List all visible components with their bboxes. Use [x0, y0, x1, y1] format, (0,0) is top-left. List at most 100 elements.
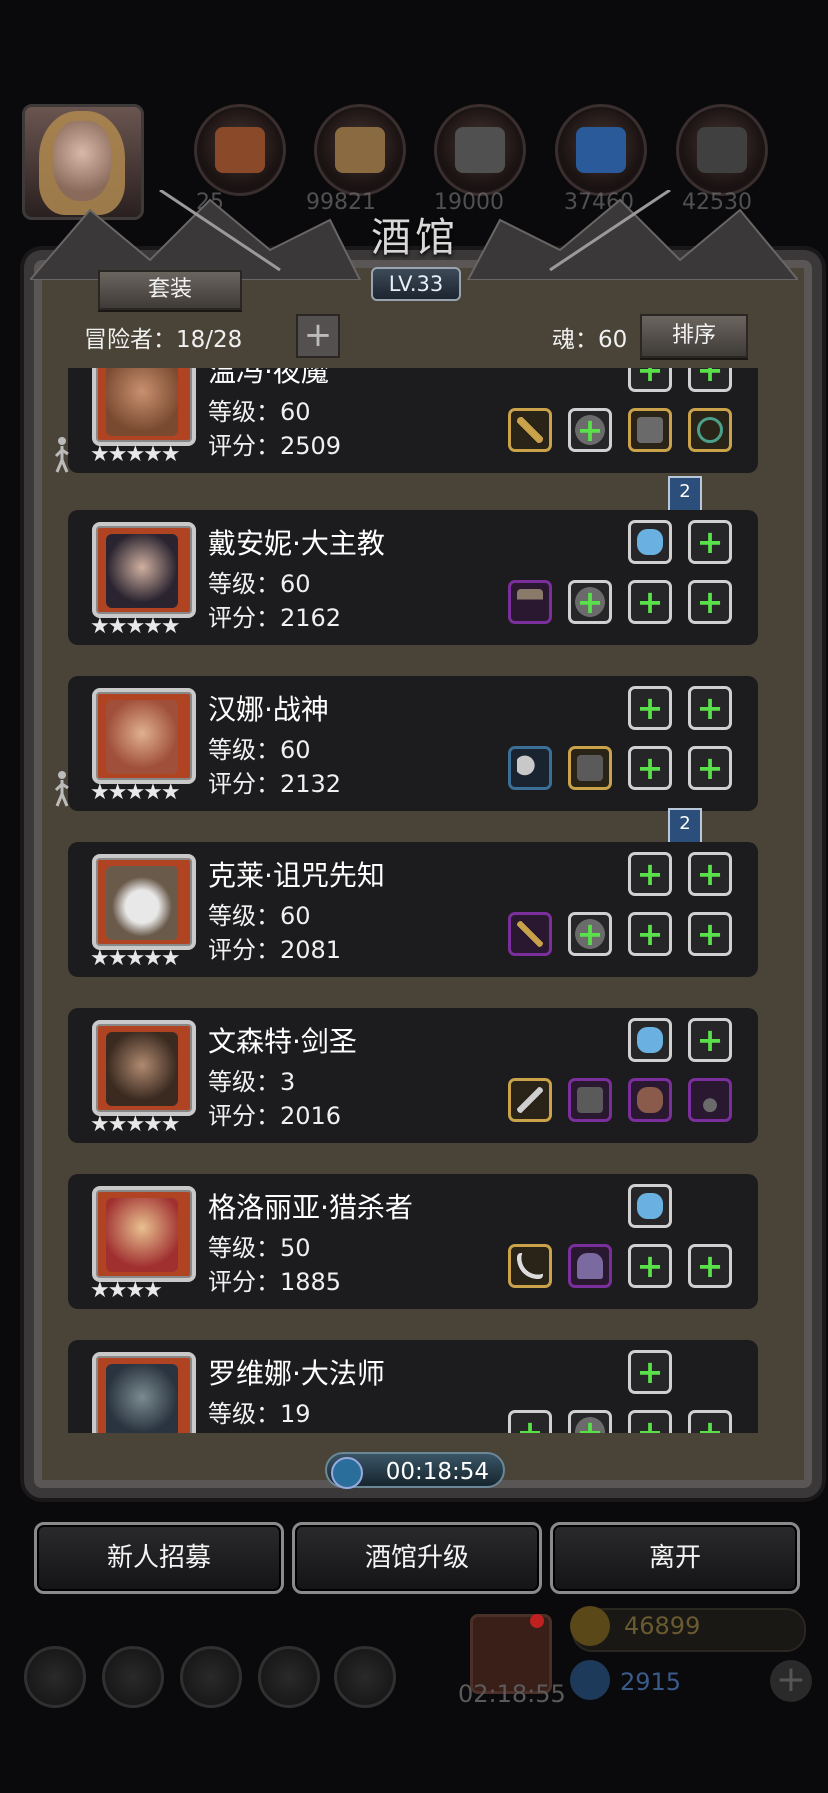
stone-resource-icon[interactable] [676, 104, 768, 196]
hero-card[interactable]: ★★★★ 格洛丽亚·猎杀者 等级：50 评分：1885 + + [68, 1174, 758, 1309]
gem-amount: 2915 [620, 1668, 682, 1696]
equip-slot-empty[interactable]: + [688, 1410, 732, 1433]
equipped-gloves-slot[interactable] [628, 1078, 672, 1122]
equipped-ring-slot[interactable] [688, 408, 732, 452]
souls-count: 魂：60 [552, 327, 628, 353]
adventurer-count: 冒险者：18/28 [84, 327, 243, 353]
hero-name: 戴安妮·大主教 [208, 527, 385, 560]
equip-slot-empty[interactable]: + [688, 746, 732, 790]
equipped-staff-slot[interactable] [508, 408, 552, 452]
skill-slot-empty[interactable]: + [628, 368, 672, 392]
equipped-armor-slot[interactable] [628, 408, 672, 452]
notification-dot [530, 1614, 544, 1628]
equipped-hammer-slot[interactable] [508, 580, 552, 624]
hero-name: 文森特·剑圣 [208, 1025, 357, 1058]
skill-slot-empty[interactable]: + [628, 852, 672, 896]
hero-stars: ★★★★★ [90, 614, 181, 639]
skill-slot-empty[interactable]: + [688, 368, 732, 392]
equipped-amulet-slot[interactable] [688, 1078, 732, 1122]
skill-slot-empty[interactable]: + [628, 1350, 672, 1394]
hero-score: 评分：2016 [208, 1102, 342, 1130]
hero-score: 评分：2162 [208, 604, 342, 632]
gold-amount: 46899 [624, 1612, 701, 1640]
hero-level: 等级：60 [208, 398, 311, 426]
iron-resource-icon[interactable] [434, 104, 526, 196]
hero-score: 评分：2132 [208, 770, 342, 798]
hero-card[interactable]: 罗维娜·大法师 等级：19 + + + + + [68, 1340, 758, 1433]
hero-portrait [92, 1020, 196, 1116]
equipped-staff-slot[interactable] [508, 912, 552, 956]
wood-resource-icon[interactable] [314, 104, 406, 196]
tavern-level-badge: LV.33 [371, 267, 461, 301]
hero-portrait [92, 688, 196, 784]
hero-level: 等级：60 [208, 736, 311, 764]
hero-card[interactable]: ★★★★★ 文森特·剑圣 等级：3 评分：2016 + [68, 1008, 758, 1143]
skill-slot-empty[interactable]: + [688, 852, 732, 896]
skill-slot-equipped[interactable] [628, 1018, 672, 1062]
shield-menu-icon[interactable] [102, 1646, 164, 1708]
page-title: 酒馆 [371, 215, 459, 261]
equip-slot-empty[interactable]: + [628, 746, 672, 790]
crossed-swords-icon[interactable] [334, 1646, 396, 1708]
skill-slot-equipped[interactable] [628, 520, 672, 564]
refresh-timer: 00:18:54 [325, 1452, 505, 1489]
equipped-sword-slot[interactable] [508, 1078, 552, 1122]
recruit-button[interactable]: 新人招募 [34, 1522, 284, 1594]
equip-slot-empty[interactable]: + [568, 580, 612, 624]
add-slot-button[interactable]: + [296, 314, 340, 358]
leave-button[interactable]: 离开 [550, 1522, 800, 1594]
clock-icon [331, 1457, 363, 1489]
hero-stars: ★★★★★ [90, 780, 181, 805]
skill-slot-empty[interactable]: + [688, 520, 732, 564]
skill-slot-empty[interactable]: + [628, 686, 672, 730]
meat-resource-icon[interactable] [194, 104, 286, 196]
equip-slot-empty[interactable]: + [628, 580, 672, 624]
hero-score: 评分：2081 [208, 936, 342, 964]
hero-level: 等级：60 [208, 902, 311, 930]
hero-card[interactable]: ★★★★★ 戴安妮·大主教 等级：60 评分：2162 + + + + [68, 510, 758, 645]
hero-card[interactable]: ★★★★★ 克莱·诅咒先知 等级：60 评分：2081 + + + + + [68, 842, 758, 977]
skill-slot-empty[interactable]: + [688, 1018, 732, 1062]
hero-name: 温冯·夜魔 [208, 368, 329, 388]
hero-stars: ★★★★ [90, 1278, 163, 1303]
equip-slot-empty[interactable]: + [688, 1244, 732, 1288]
equipped-blade-slot[interactable] [508, 1244, 552, 1288]
hero-stars: ★★★★★ [90, 946, 181, 971]
hero-card[interactable]: ★★★★★ 温冯·夜魔 等级：60 评分：2509 + + + [68, 368, 758, 473]
hero-level: 等级：60 [208, 570, 311, 598]
avatar-face [53, 121, 111, 201]
sort-button[interactable]: 排序 [640, 314, 748, 358]
add-gems-button[interactable]: + [770, 1660, 812, 1702]
equip-slot-empty[interactable]: + [688, 580, 732, 624]
equipped-helmet-slot[interactable] [568, 1244, 612, 1288]
refresh-timer-text: 00:18:54 [385, 1459, 489, 1485]
walking-status-icon [54, 771, 69, 807]
skill-slot-equipped[interactable] [628, 1184, 672, 1228]
settings-gear-icon[interactable] [24, 1646, 86, 1708]
hero-portrait [92, 854, 196, 950]
hero-portrait [92, 1186, 196, 1282]
castle-menu-icon[interactable] [180, 1646, 242, 1708]
equipped-armor-slot[interactable] [568, 746, 612, 790]
equip-slot-empty[interactable]: + [508, 1410, 552, 1433]
set-button[interactable]: 套装 [98, 270, 242, 310]
mail-icon[interactable] [258, 1646, 320, 1708]
equipped-axe-slot[interactable] [508, 746, 552, 790]
equip-slot-empty[interactable]: + [628, 912, 672, 956]
skill-slot-empty[interactable]: + [688, 686, 732, 730]
equip-slot-empty[interactable]: + [568, 1410, 612, 1433]
equip-slot-empty[interactable]: + [628, 1244, 672, 1288]
equip-slot-empty[interactable]: + [568, 912, 612, 956]
hero-score: 评分：1885 [208, 1268, 342, 1296]
chest-timer: 02:18:55 [458, 1680, 566, 1708]
hero-list[interactable]: ★★★★★ 温冯·夜魔 等级：60 评分：2509 + + + 2 ★★★★★ … [48, 368, 788, 1433]
hero-card[interactable]: ★★★★★ 汉娜·战神 等级：60 评分：2132 + + + + [68, 676, 758, 811]
hero-name: 克莱·诅咒先知 [208, 859, 385, 892]
crystal-resource-icon[interactable] [555, 104, 647, 196]
equipped-armor-slot[interactable] [568, 1078, 612, 1122]
equip-slot-empty[interactable]: + [628, 1410, 672, 1433]
hero-name: 格洛丽亚·猎杀者 [208, 1191, 413, 1224]
equip-slot-empty[interactable]: + [688, 912, 732, 956]
equip-slot-empty[interactable]: + [568, 408, 612, 452]
upgrade-tavern-button[interactable]: 酒馆升级 [292, 1522, 542, 1594]
